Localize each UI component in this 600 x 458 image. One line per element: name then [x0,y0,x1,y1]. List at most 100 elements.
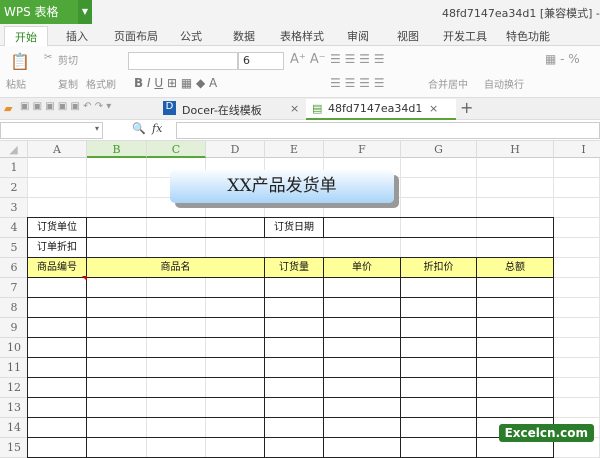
table-cell[interactable] [400,297,477,318]
tab-page-layout[interactable]: 页面布局 [114,28,158,44]
order-unit-label[interactable]: 订货单位 [27,217,87,238]
table-cell[interactable] [86,277,265,298]
doc-tab-docer[interactable]: Docer-在线模板 [182,102,262,118]
tab-developer[interactable]: 开发工具 [443,28,487,44]
format-painter-button[interactable]: 格式刷 [86,76,116,91]
tab-view[interactable]: 视图 [397,28,419,44]
column-header-e[interactable]: E [265,141,324,158]
table-cell[interactable] [86,377,265,398]
table-cell[interactable] [27,317,87,338]
row-header-13[interactable]: 13 [0,398,28,418]
table-cell[interactable] [27,277,87,298]
table-header-cell[interactable]: 单价 [323,257,401,278]
cut-button[interactable]: 剪切 [58,52,78,67]
table-cell[interactable] [476,337,554,358]
paste-button[interactable]: 粘贴 [6,76,26,91]
table-cell[interactable] [27,297,87,318]
table-cell[interactable] [86,417,265,438]
table-cell[interactable] [86,297,265,318]
row-header-9[interactable]: 9 [0,318,28,338]
table-cell[interactable] [476,297,554,318]
row-header-5[interactable]: 5 [0,238,28,258]
table-cell[interactable] [264,357,324,378]
table-header-cell[interactable]: 商品名 [86,257,265,278]
table-cell[interactable] [400,437,477,458]
column-header-h[interactable]: H [477,141,554,158]
table-cell[interactable] [323,297,401,318]
table-cell[interactable] [86,337,265,358]
table-cell[interactable] [323,417,401,438]
table-header-cell[interactable]: 订货量 [264,257,324,278]
table-cell[interactable] [400,397,477,418]
column-header-d[interactable]: D [206,141,265,158]
name-box[interactable] [0,122,103,139]
font-grow-icon[interactable]: A⁺ A⁻ [290,52,326,67]
table-cell[interactable] [27,357,87,378]
table-cell[interactable] [86,437,265,458]
wrap-text-button[interactable]: 自动换行 [484,76,524,91]
table-cell[interactable] [323,397,401,418]
table-cell[interactable] [476,277,554,298]
tab-table-style[interactable]: 表格样式 [280,28,324,44]
table-cell[interactable] [264,317,324,338]
close-icon[interactable]: × [429,102,438,115]
table-cell[interactable] [400,417,477,438]
title-shape[interactable]: XX产品发货单 [170,170,394,203]
merge-center-button[interactable]: 合并居中 [428,76,468,91]
table-cell[interactable] [323,277,401,298]
column-header-a[interactable]: A [28,141,87,158]
row-header-2[interactable]: 2 [0,178,28,198]
close-icon[interactable]: × [290,102,299,115]
tab-formulas[interactable]: 公式 [180,28,202,44]
table-cell[interactable] [400,377,477,398]
row-header-7[interactable]: 7 [0,278,28,298]
quick-access-icons[interactable]: ▣ ▣ ▣ ▣ ▣ ↶ ↷ ▾ [20,101,111,112]
row-header-1[interactable]: 1 [0,158,28,178]
font-name-select[interactable] [128,52,238,70]
table-cell[interactable] [27,377,87,398]
table-cell[interactable] [323,377,401,398]
table-cell[interactable] [400,357,477,378]
copy-button[interactable]: 复制 [58,76,78,91]
row-header-8[interactable]: 8 [0,298,28,318]
table-cell[interactable] [476,357,554,378]
table-cell[interactable] [264,437,324,458]
new-tab-plus-icon[interactable]: + [460,98,473,117]
table-cell[interactable] [264,277,324,298]
table-cell[interactable] [476,397,554,418]
row-header-3[interactable]: 3 [0,198,28,218]
table-cell[interactable] [86,357,265,378]
chevron-down-icon[interactable]: ▾ [95,124,99,133]
order-unit-value[interactable] [86,217,265,238]
align-icons[interactable]: ☰ ☰ ☰ ☰ [330,52,384,66]
table-cell[interactable] [476,377,554,398]
table-header-cell[interactable]: 商品编号 [27,257,87,278]
table-cell[interactable] [86,317,265,338]
table-cell[interactable] [27,437,87,458]
tab-review[interactable]: 审阅 [347,28,369,44]
tab-data[interactable]: 数据 [233,28,255,44]
table-cell[interactable] [27,337,87,358]
table-cell[interactable] [323,437,401,458]
row-header-6[interactable]: 6 [0,258,28,278]
table-cell[interactable] [323,337,401,358]
table-header-cell[interactable]: 折扣价 [400,257,477,278]
formula-input[interactable] [176,122,600,139]
column-header-f[interactable]: F [324,141,401,158]
row-header-4[interactable]: 4 [0,218,28,238]
table-cell[interactable] [264,417,324,438]
table-cell[interactable] [400,277,477,298]
doc-tab-active[interactable]: ▤ 48fd7147ea34d1 × [306,99,456,120]
percent-icon[interactable]: ▦ - % [545,52,580,66]
table-header-cell[interactable]: 总额 [476,257,554,278]
order-discount-value[interactable] [86,237,554,258]
table-cell[interactable] [400,337,477,358]
font-size-select[interactable]: 6 [238,52,284,70]
app-menu-button[interactable]: WPS 表格 [0,0,78,24]
table-cell[interactable] [323,317,401,338]
column-header-i[interactable]: I [554,141,600,158]
table-cell[interactable] [264,297,324,318]
row-header-10[interactable]: 10 [0,338,28,358]
bold-italic-underline-icons[interactable]: B I U ⊞ ▦ ◆ A [134,76,217,90]
row-header-14[interactable]: 14 [0,418,28,438]
